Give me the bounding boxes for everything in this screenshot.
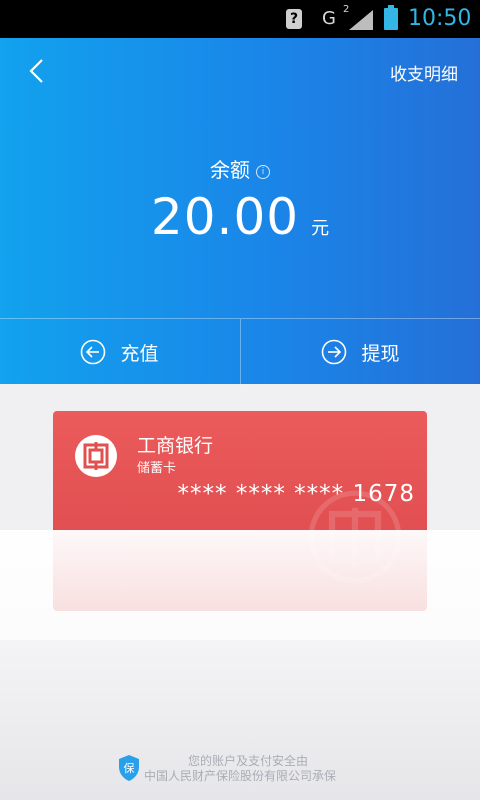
arrow-right-circle-icon <box>322 339 347 365</box>
shield-icon: 保 <box>119 755 139 781</box>
arrow-left-circle-icon <box>81 339 106 365</box>
security-notice-line2: 中国人民财产保险股份有限公司承保 <box>144 769 337 783</box>
unknown-notification-icon: ? <box>286 9 302 29</box>
transaction-details-link[interactable]: 收支明细 <box>390 60 458 85</box>
balance-value: 20.00 <box>150 188 300 246</box>
card-reflection-overlay <box>0 530 480 640</box>
card-type: 储蓄卡 <box>137 461 177 476</box>
balance-label-row: 余额 i <box>0 154 480 183</box>
signal-icon <box>349 10 373 30</box>
info-icon[interactable]: i <box>256 164 270 179</box>
balance-label: 余额 <box>210 158 250 182</box>
battery-icon <box>384 5 398 30</box>
bank-name: 工商银行 <box>137 435 214 457</box>
shield-label: 保 <box>124 761 135 775</box>
withdraw-button[interactable]: 提现 <box>240 319 480 385</box>
withdraw-label: 提现 <box>361 342 400 365</box>
wallet-header: 收支明细 余额 i 20.00 元 充值 提现 <box>0 38 480 385</box>
chevron-left-icon[interactable] <box>22 56 52 86</box>
status-time: 10:50 <box>408 6 472 31</box>
wallet-actions: 充值 提现 <box>0 318 480 385</box>
icbc-logo-icon <box>75 435 117 477</box>
recharge-label: 充值 <box>120 342 159 365</box>
recharge-button[interactable]: 充值 <box>0 319 239 385</box>
balance-amount: 20.00 元 <box>0 188 480 246</box>
balance-unit: 元 <box>311 218 330 239</box>
network-type: G <box>322 8 336 29</box>
status-bar: ? G 2 10:50 <box>0 0 480 38</box>
